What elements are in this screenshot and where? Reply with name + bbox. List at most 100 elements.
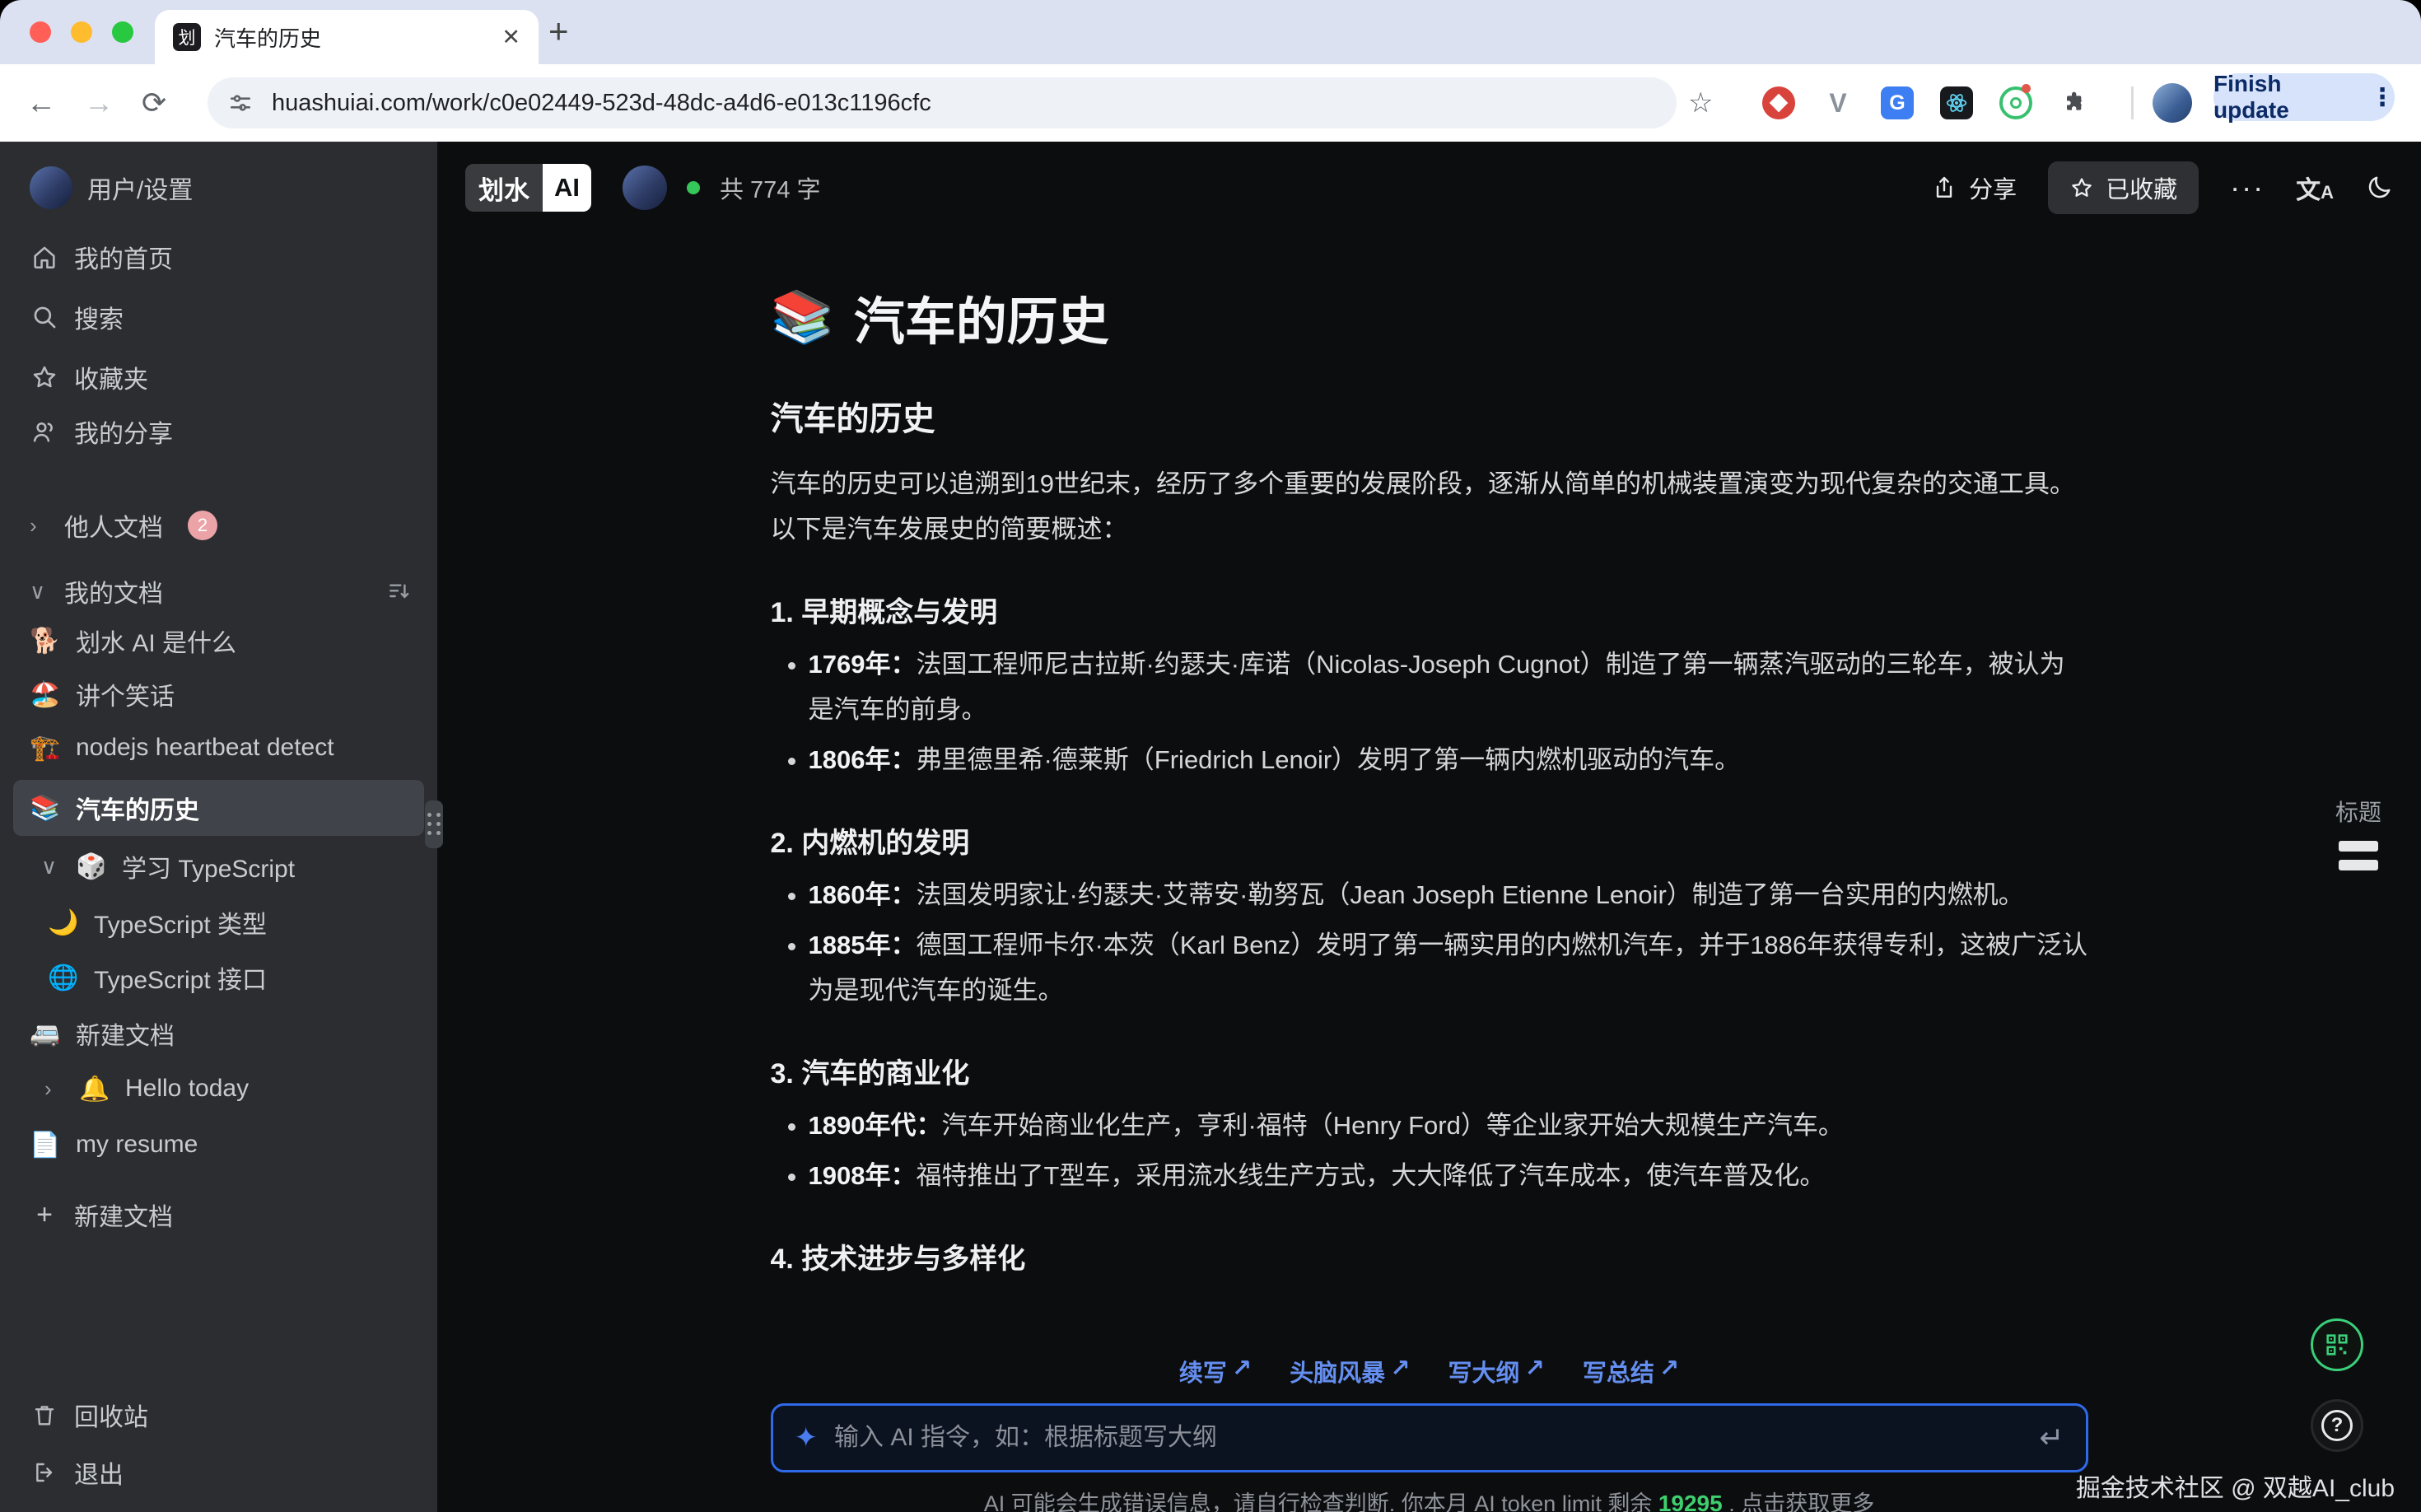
- others-docs-badge: 2: [188, 511, 217, 540]
- doc-item-expandable[interactable]: › 🔔 Hello today: [13, 1064, 424, 1113]
- sidebar-item-home[interactable]: 我的首页: [13, 232, 424, 282]
- sidebar-item-search[interactable]: 搜索: [13, 292, 424, 342]
- doc-item[interactable]: 🏖️ 讲个笑话: [13, 670, 424, 719]
- qr-code-button[interactable]: [2311, 1318, 2363, 1371]
- outline-label: 标题: [2335, 795, 2381, 828]
- user-avatar: [30, 166, 72, 209]
- arrow-ne-icon: ↗: [1525, 1354, 1545, 1388]
- write-outline-link[interactable]: 写大纲↗: [1448, 1354, 1545, 1388]
- translate-icon[interactable]: 文A: [2296, 170, 2334, 206]
- more-options-icon[interactable]: ···: [2230, 170, 2265, 205]
- get-more-tokens-link[interactable]: 点击获取更多: [1741, 1491, 1874, 1512]
- enter-icon[interactable]: ↵: [2039, 1421, 2064, 1455]
- sort-icon[interactable]: [386, 578, 413, 604]
- doc-item-expandable[interactable]: ∨ 🎲 学习 TypeScript: [13, 842, 424, 891]
- tab-favicon: 划: [173, 23, 201, 51]
- share-button[interactable]: 分享: [1931, 170, 2017, 205]
- plus-icon: +: [30, 1199, 59, 1231]
- document-area[interactable]: 📚 汽车的历史 汽车的历史 汽车的历史可以追溯到19世纪末，经历了多个重要的发展…: [437, 234, 2421, 1512]
- token-remaining: 19295: [1658, 1491, 1723, 1512]
- doc-header-actions: 分享 已收藏 ··· 文A: [1931, 161, 2393, 214]
- doc-item[interactable]: 🏗️ nodejs heartbeat detect: [13, 723, 424, 772]
- token-limit-link[interactable]: AI token limit: [1474, 1491, 1602, 1512]
- minimize-window-button[interactable]: [71, 21, 92, 43]
- tab-close-icon[interactable]: ✕: [501, 25, 520, 50]
- outline-heading-bar[interactable]: [2339, 841, 2378, 852]
- trash-item[interactable]: 回收站: [13, 1390, 424, 1440]
- help-button[interactable]: ?: [2311, 1399, 2363, 1452]
- chevron-down-icon[interactable]: ∨: [41, 854, 61, 880]
- collaborator-avatar[interactable]: [623, 166, 667, 210]
- back-icon[interactable]: ←: [26, 64, 56, 142]
- editor-main: 划水 AI 共 774 字 分享 已收藏 ··· 文A: [437, 142, 2421, 1512]
- vue-devtools-extension-icon[interactable]: V: [1822, 86, 1854, 119]
- new-tab-button[interactable]: +: [548, 12, 569, 51]
- continue-writing-link[interactable]: 续写↗: [1179, 1354, 1252, 1388]
- new-document-button[interactable]: + 新建文档: [13, 1190, 424, 1239]
- green-ring-extension-icon[interactable]: [1999, 86, 2032, 119]
- sidebar: 用户/设置 我的首页 搜索 收藏夹 我的分享 › 他人文档 2: [0, 142, 437, 1512]
- doc-item-nested[interactable]: 🌐 TypeScript 接口: [13, 953, 424, 1002]
- tab-strip: 划 汽车的历史 ✕ +: [0, 0, 2421, 64]
- outline-heading-bar[interactable]: [2339, 860, 2378, 870]
- url-text: huashuiai.com/work/c0e02449-523d-48dc-a4…: [272, 90, 931, 117]
- arrow-ne-icon: ↗: [1390, 1354, 1410, 1388]
- question-icon: ?: [2321, 1410, 2353, 1441]
- react-devtools-extension-icon[interactable]: [1940, 86, 1973, 119]
- doc-header: 划水 AI 共 774 字 分享 已收藏 ··· 文A: [437, 142, 2421, 234]
- site-info-icon[interactable]: [227, 90, 254, 116]
- chevron-right-icon[interactable]: ›: [30, 513, 49, 539]
- dice-emoji-icon: 🎲: [76, 852, 107, 881]
- huashui-app: 用户/设置 我的首页 搜索 收藏夹 我的分享 › 他人文档 2: [0, 142, 2421, 1512]
- dark-mode-moon-icon[interactable]: [2365, 174, 2393, 202]
- sidebar-item-my-shares[interactable]: 我的分享: [13, 407, 424, 456]
- trash-icon: [30, 1402, 59, 1428]
- bullet-item: 1885年：德国工程师卡尔·本茨（Karl Benz）发明了第一辆实用的内燃机汽…: [809, 922, 2088, 1013]
- chevron-down-icon[interactable]: ∨: [30, 579, 49, 604]
- bullet-item: 1769年：法国工程师尼古拉斯·约瑟夫·库诺（Nicolas-Joseph Cu…: [809, 642, 2088, 732]
- crane-emoji-icon: 🏗️: [30, 734, 61, 763]
- close-window-button[interactable]: [30, 21, 51, 43]
- doc-item[interactable]: 📄 my resume: [13, 1120, 424, 1169]
- kebab-menu-icon[interactable]: ⋮: [2370, 83, 2395, 112]
- word-count: 共 774 字: [720, 170, 821, 205]
- reload-icon[interactable]: ⟳: [142, 64, 166, 142]
- books-emoji-icon: 📚: [30, 794, 61, 823]
- sidebar-drag-handle[interactable]: [425, 800, 443, 848]
- user-settings-item[interactable]: 用户/设置: [13, 161, 424, 214]
- favorited-button[interactable]: 已收藏: [2048, 161, 2199, 214]
- ai-command-inputbox[interactable]: ✦ ↵: [771, 1403, 2088, 1472]
- ai-command-input[interactable]: [834, 1424, 2022, 1452]
- doc-item-selected[interactable]: 📚 汽车的历史: [13, 780, 424, 836]
- star-icon: [2069, 175, 2094, 200]
- globe-emoji-icon: 🌐: [48, 964, 79, 992]
- extensions-puzzle-icon[interactable]: [2059, 86, 2092, 119]
- huashui-logo[interactable]: 划水 AI: [465, 164, 591, 212]
- logout-icon: [30, 1459, 59, 1486]
- google-translate-extension-icon[interactable]: G: [1881, 86, 1914, 119]
- browser-window: 划 汽车的历史 ✕ + ← → ⟳ huashuiai.com/work/c0e…: [0, 0, 2421, 1512]
- books-emoji-icon: 📚: [771, 287, 834, 348]
- doc-item[interactable]: 🚐 新建文档: [13, 1009, 424, 1058]
- bookmark-star-icon[interactable]: ☆: [1688, 64, 1713, 142]
- brainstorm-link[interactable]: 头脑风暴↗: [1290, 1354, 1410, 1388]
- browser-tab[interactable]: 划 汽车的历史 ✕: [155, 10, 539, 64]
- juejin-extension-icon[interactable]: [1762, 86, 1795, 119]
- sidebar-item-favorites[interactable]: 收藏夹: [13, 352, 424, 402]
- finish-update-button[interactable]: Finish update ⋮: [2213, 73, 2395, 121]
- sidebar-group-others-docs[interactable]: › 他人文档 2: [13, 501, 424, 550]
- doc-item[interactable]: 🐕 划水 AI 是什么: [13, 616, 424, 665]
- browser-profile-avatar[interactable]: [2153, 83, 2192, 123]
- sparkle-icon: ✦: [795, 1421, 819, 1454]
- address-bar[interactable]: huashuiai.com/work/c0e02449-523d-48dc-a4…: [208, 77, 1677, 128]
- sidebar-group-my-docs[interactable]: ∨ 我的文档: [13, 567, 424, 616]
- chevron-right-icon[interactable]: ›: [44, 1076, 64, 1102]
- forward-icon[interactable]: →: [84, 64, 114, 142]
- ai-quick-actions: 续写↗ 头脑风暴↗ 写大纲↗ 写总结↗: [437, 1354, 2421, 1388]
- write-summary-link[interactable]: 写总结↗: [1583, 1354, 1679, 1388]
- maximize-window-button[interactable]: [112, 21, 133, 43]
- doc-item-nested[interactable]: 🌙 TypeScript 类型: [13, 898, 424, 947]
- logout-item[interactable]: 退出: [13, 1448, 424, 1497]
- section-heading: 4. 技术进步与多样化: [771, 1236, 2088, 1276]
- outline-rail[interactable]: 标题: [2335, 795, 2381, 870]
